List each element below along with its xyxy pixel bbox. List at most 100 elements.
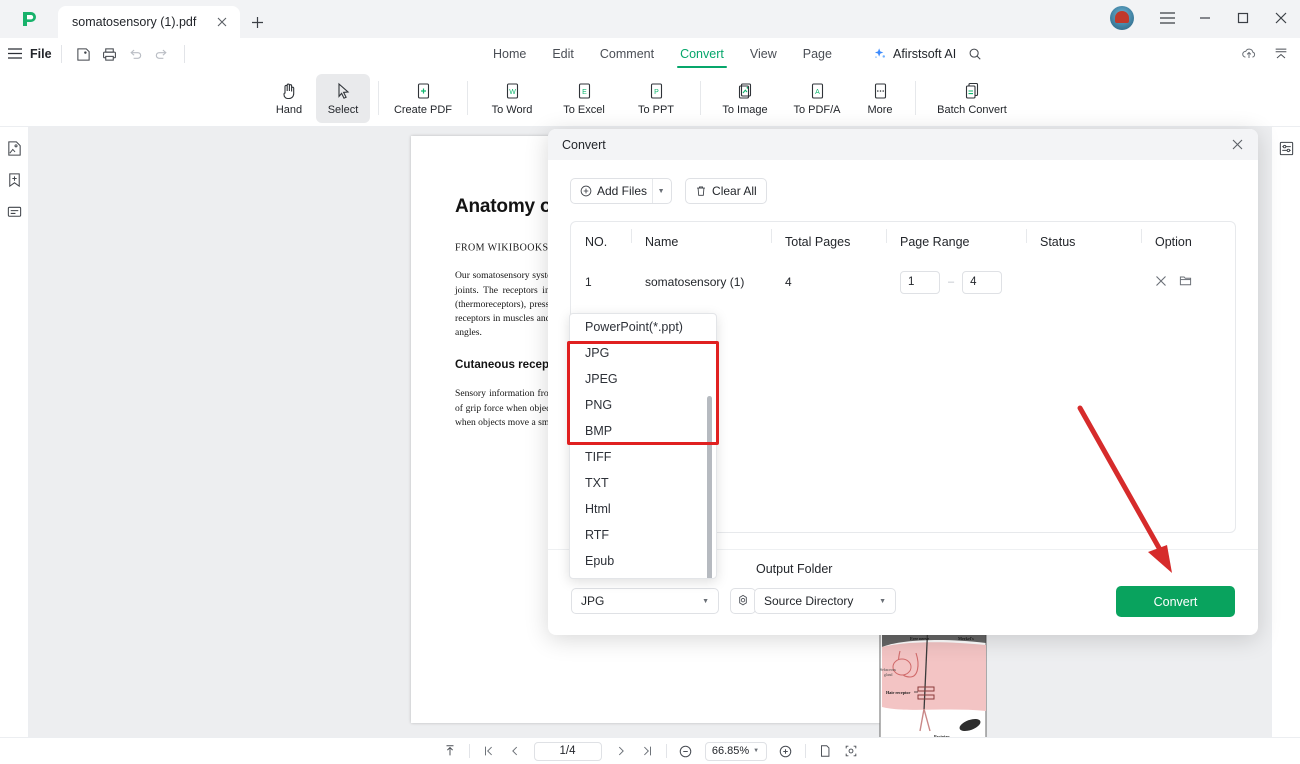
plus-circle-icon bbox=[580, 185, 592, 197]
save-icon[interactable] bbox=[71, 41, 97, 67]
fit-page-icon[interactable] bbox=[437, 740, 463, 762]
format-select[interactable]: JPG ▼ bbox=[571, 588, 719, 614]
tab-comment[interactable]: Comment bbox=[587, 38, 667, 70]
ribbon-to-pdfa[interactable]: A To PDF/A bbox=[781, 74, 853, 123]
ribbon-select-tool[interactable]: Select bbox=[316, 73, 370, 123]
output-directory-chevron-down-icon[interactable]: ▼ bbox=[879, 598, 886, 605]
bookmark-add-icon[interactable] bbox=[3, 169, 25, 191]
convert-button[interactable]: Convert bbox=[1116, 586, 1235, 617]
zoom-level-select[interactable]: 66.85% ▼ bbox=[704, 741, 767, 761]
prev-page-icon[interactable] bbox=[502, 740, 528, 762]
to-pdfa-icon: A bbox=[811, 82, 824, 99]
svg-text:E: E bbox=[582, 89, 587, 96]
tab-convert[interactable]: Convert bbox=[667, 38, 737, 70]
ribbon-to-excel[interactable]: E To Excel bbox=[548, 74, 620, 123]
file-menu-label[interactable]: File bbox=[30, 47, 52, 61]
format-dropdown-list[interactable]: PowerPoint(*.ppt) JPG JPEG PNG BMP TIFF … bbox=[569, 313, 717, 579]
ribbon-to-ppt[interactable]: P To PPT bbox=[620, 74, 692, 123]
dropdown-item-txt[interactable]: TXT bbox=[570, 470, 716, 496]
format-chevron-down-icon[interactable]: ▼ bbox=[702, 598, 709, 605]
maximize-icon[interactable] bbox=[1224, 0, 1262, 37]
next-page-icon[interactable] bbox=[608, 740, 634, 762]
tab-close-icon[interactable] bbox=[212, 12, 232, 32]
add-files-chevron-down-icon[interactable]: ▼ bbox=[652, 179, 669, 203]
document-tab[interactable]: somatosensory (1).pdf bbox=[58, 6, 240, 38]
comment-icon[interactable] bbox=[3, 201, 25, 223]
ribbon-to-ppt-label: To PPT bbox=[637, 103, 675, 116]
cursor-arrow-icon bbox=[338, 82, 350, 99]
dropdown-item-rtf[interactable]: RTF bbox=[570, 522, 716, 548]
cloud-upload-icon[interactable] bbox=[1236, 41, 1262, 67]
dropdown-item-html[interactable]: Html bbox=[570, 496, 716, 522]
first-page-icon[interactable] bbox=[476, 740, 502, 762]
svg-text:Hair receptor: Hair receptor bbox=[886, 690, 911, 695]
divider bbox=[804, 744, 806, 758]
zoom-in-icon[interactable] bbox=[773, 740, 799, 762]
clear-all-button[interactable]: Clear All bbox=[685, 178, 767, 204]
dropdown-item-bmp[interactable]: BMP bbox=[570, 418, 716, 444]
zoom-out-icon[interactable] bbox=[673, 740, 699, 762]
row-remove-icon[interactable] bbox=[1155, 275, 1167, 290]
zoom-chevron-down-icon[interactable]: ▼ bbox=[753, 748, 759, 754]
ribbon-more[interactable]: More bbox=[853, 74, 907, 123]
col-option: Option bbox=[1141, 229, 1231, 249]
dropdown-item-tiff[interactable]: TIFF bbox=[570, 444, 716, 470]
document-tab-label: somatosensory (1).pdf bbox=[72, 15, 197, 29]
page-range-from-input[interactable]: 1 bbox=[900, 270, 940, 294]
divider bbox=[378, 81, 379, 115]
minimize-icon[interactable] bbox=[1186, 0, 1224, 37]
table-row[interactable]: 1 somatosensory (1) 4 1 – 4 bbox=[571, 262, 1235, 302]
ribbon-batch-convert[interactable]: Batch Convert bbox=[924, 74, 1020, 123]
page-indicator-input[interactable]: 1/4 bbox=[533, 741, 602, 761]
dropdown-scrollbar[interactable] bbox=[707, 396, 712, 578]
tab-home[interactable]: Home bbox=[480, 38, 539, 70]
afirstsoft-ai-entry[interactable]: Afirstsoft AI bbox=[873, 38, 988, 70]
output-directory-select[interactable]: Source Directory ▼ bbox=[754, 588, 896, 614]
ribbon-to-word[interactable]: W To Word bbox=[476, 74, 548, 123]
page-range-to-input[interactable]: 4 bbox=[962, 270, 1003, 294]
tab-view[interactable]: View bbox=[737, 38, 790, 70]
new-tab-icon[interactable] bbox=[240, 6, 274, 38]
col-name: Name bbox=[631, 229, 771, 249]
close-window-icon[interactable] bbox=[1262, 0, 1300, 37]
tab-edit[interactable]: Edit bbox=[539, 38, 587, 70]
ribbon-to-image[interactable]: To Image bbox=[709, 74, 781, 123]
last-page-icon[interactable] bbox=[634, 740, 660, 762]
dropdown-item-jpg[interactable]: JPG bbox=[570, 340, 716, 366]
thumbnail-icon[interactable] bbox=[3, 137, 25, 159]
ribbon-to-image-label: To Image bbox=[722, 103, 768, 116]
search-icon[interactable] bbox=[962, 41, 988, 67]
ribbon-hand-label: Hand bbox=[275, 103, 303, 116]
tab-page[interactable]: Page bbox=[790, 38, 845, 70]
to-excel-icon: E bbox=[578, 82, 591, 99]
ribbon-hand-tool[interactable]: Hand bbox=[262, 74, 316, 123]
cell-name: somatosensory (1) bbox=[645, 275, 745, 289]
dropdown-item-powerpoint[interactable]: PowerPoint(*.ppt) bbox=[570, 314, 716, 340]
batch-convert-icon bbox=[965, 82, 979, 99]
print-icon[interactable] bbox=[97, 41, 123, 67]
app-window: somatosensory (1).pdf File Home Edit Com… bbox=[0, 0, 1300, 764]
row-folder-icon[interactable] bbox=[1179, 274, 1192, 290]
dropdown-item-png[interactable]: PNG bbox=[570, 392, 716, 418]
properties-panel-icon[interactable] bbox=[1275, 137, 1297, 159]
ribbon-create-pdf[interactable]: Create PDF bbox=[387, 74, 459, 123]
fullscreen-icon[interactable] bbox=[838, 740, 864, 762]
ribbon-more-label: More bbox=[867, 103, 893, 116]
add-files-button[interactable]: Add Files ▼ bbox=[570, 178, 673, 204]
dropdown-item-epub[interactable]: Epub bbox=[570, 548, 716, 574]
single-page-icon[interactable] bbox=[812, 740, 838, 762]
format-settings-button[interactable] bbox=[730, 588, 756, 614]
to-image-icon bbox=[738, 82, 752, 99]
svg-text:gland: gland bbox=[884, 673, 893, 677]
redo-icon[interactable] bbox=[149, 41, 175, 67]
avatar[interactable] bbox=[1110, 6, 1134, 30]
convert-dialog-close-icon[interactable] bbox=[1226, 134, 1248, 156]
main-menu-icon[interactable] bbox=[8, 46, 22, 62]
dropdown-item-jpeg[interactable]: JPEG bbox=[570, 366, 716, 392]
divider bbox=[467, 81, 468, 115]
zoom-level-value: 66.85% bbox=[711, 745, 750, 757]
undo-icon[interactable] bbox=[123, 41, 149, 67]
collapse-ribbon-icon[interactable] bbox=[1268, 41, 1294, 67]
divider bbox=[665, 744, 667, 758]
app-menu-icon[interactable] bbox=[1148, 0, 1186, 37]
